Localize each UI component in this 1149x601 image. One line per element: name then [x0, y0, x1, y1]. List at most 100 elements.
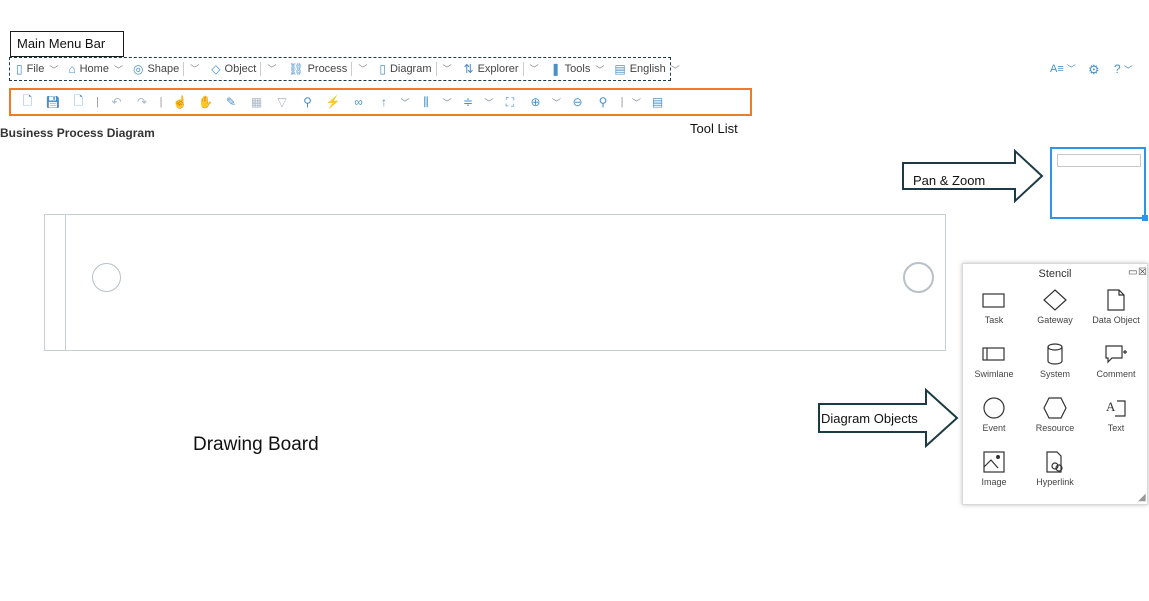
grid-icon[interactable]: ▦: [246, 92, 267, 112]
zoom-in-icon[interactable]: ⊕: [525, 92, 546, 112]
minimize-icon[interactable]: ▭: [1128, 267, 1137, 278]
menu-explorer[interactable]: ⇅ Explorer: [458, 59, 523, 79]
diagram-dropdown-chevron[interactable]: ﹀: [435, 62, 458, 76]
stencil-swimlane[interactable]: Swimlane: [963, 342, 1025, 379]
translate-icon: A≡: [1050, 62, 1064, 75]
tools-icon: ❚: [550, 62, 561, 76]
chevron-down-icon: ﹀: [49, 64, 59, 75]
pencil-icon[interactable]: ✎: [221, 92, 242, 112]
shape-icon: ◎: [132, 62, 144, 76]
select-icon[interactable]: ☝: [170, 92, 191, 112]
close-icon[interactable]: ☒: [1138, 267, 1147, 278]
help-button[interactable]: ? ﹀: [1114, 62, 1133, 76]
chevron-down-icon[interactable]: ﹀: [483, 92, 495, 112]
stencil-event[interactable]: Event: [963, 396, 1025, 433]
stencil-comment[interactable]: Comment: [1085, 342, 1147, 379]
menu-tools-label: Tools: [564, 63, 591, 75]
chevron-down-icon: ﹀: [670, 64, 680, 75]
image-icon: [983, 451, 1005, 473]
pan-zoom-panel[interactable]: [1050, 147, 1148, 221]
chevron-down-icon[interactable]: ﹀: [551, 92, 563, 112]
tool-list: 🗋 💾︎ 🗋 | ↶ ↷ | ☝ ✋ ✎ ▦ ▽ ⚲ ⚡ ∞ ↑ ﹀ ⫼ ﹀ ≑…: [9, 88, 752, 116]
page-title: Business Process Diagram: [0, 126, 155, 140]
menu-file[interactable]: ▯ File ﹀: [10, 59, 62, 79]
menu-object[interactable]: ◇ Object: [205, 59, 260, 79]
stencil-item-label: System: [1039, 369, 1070, 379]
stencil-title: Stencil: [1038, 268, 1072, 280]
stencil-data-object[interactable]: Data Object: [1085, 288, 1147, 325]
hyperlink-icon: [1046, 451, 1063, 473]
translate-button[interactable]: A≡ ﹀: [1050, 62, 1076, 75]
gateway-icon: [1043, 289, 1067, 311]
database-icon: [1047, 343, 1063, 365]
search-icon[interactable]: ⚲: [297, 92, 318, 112]
explorer-dropdown-chevron[interactable]: ﹀: [522, 62, 545, 76]
save-icon[interactable]: 💾︎: [43, 92, 64, 112]
object-icon: ◇: [211, 62, 221, 76]
resource-icon: [1043, 397, 1067, 419]
menu-home[interactable]: ⌂ Home ﹀: [62, 59, 127, 79]
diagram-icon: ▯: [379, 62, 386, 76]
chevron-down-icon[interactable]: ﹀: [399, 92, 411, 112]
arrow-up-icon[interactable]: ↑: [374, 92, 395, 112]
object-dropdown-chevron[interactable]: ﹀: [260, 62, 282, 76]
start-event[interactable]: [92, 263, 121, 292]
task-icon: [982, 293, 1005, 308]
menu-process[interactable]: ⛓ Process: [282, 59, 351, 79]
menu-diagram[interactable]: ▯ Diagram: [373, 59, 435, 79]
stencil-task[interactable]: Task: [963, 288, 1025, 325]
link-icon[interactable]: ∞: [348, 92, 369, 112]
menu-shape[interactable]: ◎ Shape: [127, 59, 183, 79]
stencil-item-label: Gateway: [1037, 315, 1073, 325]
comment-icon: [1105, 345, 1127, 364]
resize-handle[interactable]: [1142, 215, 1148, 221]
stencil-system[interactable]: System: [1024, 342, 1086, 379]
stencil-text[interactable]: A Text: [1085, 396, 1147, 433]
menu-tools[interactable]: ❚ Tools ﹀: [545, 59, 609, 79]
distribute-icon[interactable]: ≑: [458, 92, 479, 112]
pan-icon[interactable]: ✋: [195, 92, 216, 112]
undo-icon[interactable]: ↶: [106, 92, 127, 112]
pan-zoom-viewport[interactable]: [1057, 154, 1141, 167]
text-icon: A: [1106, 399, 1126, 417]
toolbar-separator: |: [159, 96, 163, 108]
align-icon[interactable]: ⫼: [416, 92, 437, 112]
main-menu-bar: ▯ File ﹀ ⌂ Home ﹀ ◎ Shape ﹀ ◇ Object ﹀ ⛓…: [9, 57, 680, 81]
toolbar-separator: |: [96, 96, 99, 108]
pool-header[interactable]: [45, 215, 66, 350]
pool-shape[interactable]: [44, 214, 946, 351]
chevron-down-icon[interactable]: ﹀: [631, 92, 643, 112]
export-icon[interactable]: 🗋: [68, 92, 89, 112]
stencil-gateway[interactable]: Gateway: [1024, 288, 1086, 325]
fit-icon[interactable]: ⛶: [500, 92, 521, 112]
stencil-item-label: Text: [1107, 423, 1125, 433]
stencil-panel: Stencil ▭ ☒ Task Gateway Data Object Swi…: [962, 263, 1148, 505]
menu-language[interactable]: ▤ English ﹀: [608, 59, 683, 79]
chevron-down-icon: ﹀: [113, 64, 123, 75]
menu-file-label: File: [26, 63, 45, 75]
stencil-resource[interactable]: Resource: [1024, 396, 1086, 433]
main-menu-bar-label: Main Menu Bar: [17, 36, 106, 51]
resize-grip-icon[interactable]: ◢: [1138, 492, 1146, 503]
stencil-hyperlink[interactable]: Hyperlink: [1024, 450, 1086, 487]
redo-icon[interactable]: ↷: [132, 92, 153, 112]
new-icon[interactable]: 🗋: [17, 92, 38, 112]
filter-icon[interactable]: ▽: [272, 92, 293, 112]
home-icon: ⌂: [68, 62, 76, 76]
comment-icon[interactable]: ▤: [647, 92, 668, 112]
svg-text:A: A: [1106, 399, 1116, 414]
main-menu-bar-callout: Main Menu Bar: [10, 31, 124, 57]
zoom-out-icon[interactable]: ⊖: [567, 92, 588, 112]
settings-button[interactable]: ⚙: [1088, 62, 1100, 78]
stencil-item-label: Image: [981, 477, 1007, 487]
stencil-image[interactable]: Image: [963, 450, 1025, 487]
menu-diagram-label: Diagram: [389, 63, 432, 75]
process-dropdown-chevron[interactable]: ﹀: [351, 62, 373, 76]
magic-icon[interactable]: ⚲: [593, 92, 614, 112]
pan-zoom-label: Pan & Zoom: [913, 173, 986, 188]
connector-icon[interactable]: ⚡: [323, 92, 344, 112]
chevron-down-icon[interactable]: ﹀: [441, 92, 453, 112]
end-event[interactable]: [903, 262, 934, 293]
process-icon: ⛓: [288, 62, 304, 76]
shape-dropdown-chevron[interactable]: ﹀: [183, 62, 205, 76]
